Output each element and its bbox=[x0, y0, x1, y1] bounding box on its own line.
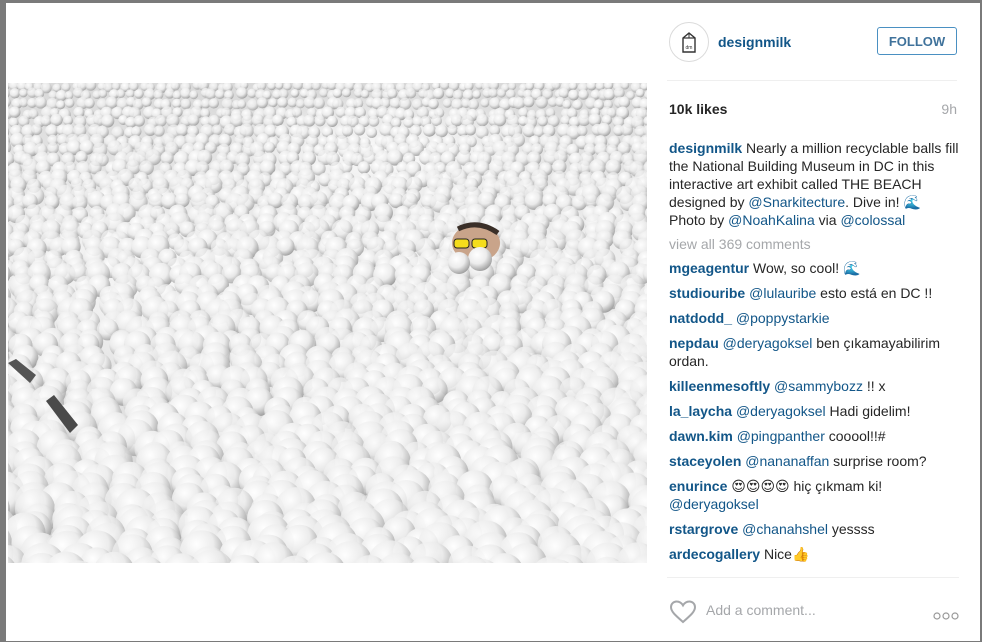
comment-mention[interactable]: @chanahshel bbox=[742, 521, 828, 537]
comment: studiouribe @lulauribe esto está en DC !… bbox=[669, 284, 959, 302]
view-all-comments-link[interactable]: view all 369 comments bbox=[669, 235, 959, 253]
comment-username[interactable]: studiouribe bbox=[669, 285, 745, 301]
comment-text: cooool!!# bbox=[825, 428, 886, 444]
comment: staceyolen @nananaffan surprise room? bbox=[669, 452, 959, 470]
comment-text: surprise room? bbox=[829, 453, 926, 469]
comment: killeenmesoftly @sammybozz !! x bbox=[669, 377, 959, 395]
caption-mention[interactable]: @Snarkitecture bbox=[748, 194, 845, 210]
comment-username[interactable]: rstargrove bbox=[669, 521, 738, 537]
comment-text: esto está en DC !! bbox=[816, 285, 932, 301]
comment-username[interactable]: staceyolen bbox=[669, 453, 741, 469]
comment-username[interactable]: dawn.kim bbox=[669, 428, 733, 444]
caption-username[interactable]: designmilk bbox=[669, 140, 742, 156]
comment-text: !! x bbox=[863, 378, 886, 394]
post-caption: designmilk Nearly a million recyclable b… bbox=[669, 139, 959, 229]
ball-pit-image bbox=[8, 83, 647, 563]
comment-text: Hadi gidelim! bbox=[826, 403, 911, 419]
add-comment-input[interactable] bbox=[706, 599, 906, 621]
comment-footer bbox=[667, 577, 959, 642]
likes-row: 10k likes 9h bbox=[669, 101, 957, 119]
avatar[interactable]: dm bbox=[669, 22, 709, 62]
comment: rstargrove @chanahshel yessss bbox=[669, 520, 959, 538]
comment-mention[interactable]: @lulauribe bbox=[749, 285, 816, 301]
comment: mgeagentur Wow, so cool! 🌊 bbox=[669, 259, 959, 277]
post-header: dm designmilk FOLLOW bbox=[667, 20, 957, 81]
post-modal: dm designmilk FOLLOW 10k likes 9h design… bbox=[6, 3, 980, 641]
comment-text: Wow, so cool! 🌊 bbox=[749, 260, 860, 276]
comments-list[interactable]: designmilk Nearly a million recyclable b… bbox=[669, 139, 959, 576]
comment-username[interactable]: killeenmesoftly bbox=[669, 378, 770, 394]
comment-username[interactable]: la_laycha bbox=[669, 403, 732, 419]
milk-carton-icon: dm bbox=[676, 29, 702, 55]
caption-mention[interactable]: @colossal bbox=[840, 212, 905, 228]
comment-mention[interactable]: @deryagoksel bbox=[723, 335, 813, 351]
svg-text:dm: dm bbox=[686, 45, 693, 51]
follow-button[interactable]: FOLLOW bbox=[877, 27, 957, 55]
comment-mention[interactable]: @deryagoksel bbox=[669, 496, 759, 512]
post-photo[interactable] bbox=[8, 83, 647, 563]
likes-count[interactable]: 10k likes bbox=[669, 101, 727, 117]
author-username[interactable]: designmilk bbox=[718, 34, 791, 50]
comment-username[interactable]: enurince bbox=[669, 478, 727, 494]
comment-text: 😍😍😍😍 hiç çıkmam ki! bbox=[727, 478, 882, 494]
comment-text: yessss bbox=[828, 521, 875, 537]
comment-mention[interactable]: @nananaffan bbox=[745, 453, 829, 469]
comment-username[interactable]: ardecogallery bbox=[669, 546, 760, 562]
more-options-icon[interactable] bbox=[933, 607, 959, 625]
comment: enurince 😍😍😍😍 hiç çıkmam ki! @deryagokse… bbox=[669, 477, 959, 513]
comment-username[interactable]: mgeagentur bbox=[669, 260, 749, 276]
comment: natdodd_ @poppystarkie bbox=[669, 309, 959, 327]
caption-text: via bbox=[815, 212, 841, 228]
comment: nepdau @deryagoksel ben çıkamayabilirim … bbox=[669, 334, 959, 370]
heart-outline-icon[interactable] bbox=[669, 600, 697, 629]
comment-mention[interactable]: @sammybozz bbox=[774, 378, 863, 394]
caption-mention[interactable]: @NoahKalina bbox=[728, 212, 815, 228]
comment: dawn.kim @pingpanther cooool!!# bbox=[669, 427, 959, 445]
comment-text: Nice👍 bbox=[760, 546, 809, 562]
comment-mention[interactable]: @deryagoksel bbox=[736, 403, 826, 419]
comment: la_laycha @deryagoksel Hadi gidelim! bbox=[669, 402, 959, 420]
comment-mention[interactable]: @pingpanther bbox=[737, 428, 825, 444]
comment-username[interactable]: natdodd_ bbox=[669, 310, 732, 326]
post-time[interactable]: 9h bbox=[941, 101, 957, 117]
comment: ardecogallery Nice👍 bbox=[669, 545, 959, 563]
comment-mention[interactable]: @poppystarkie bbox=[736, 310, 830, 326]
comment-username[interactable]: nepdau bbox=[669, 335, 719, 351]
